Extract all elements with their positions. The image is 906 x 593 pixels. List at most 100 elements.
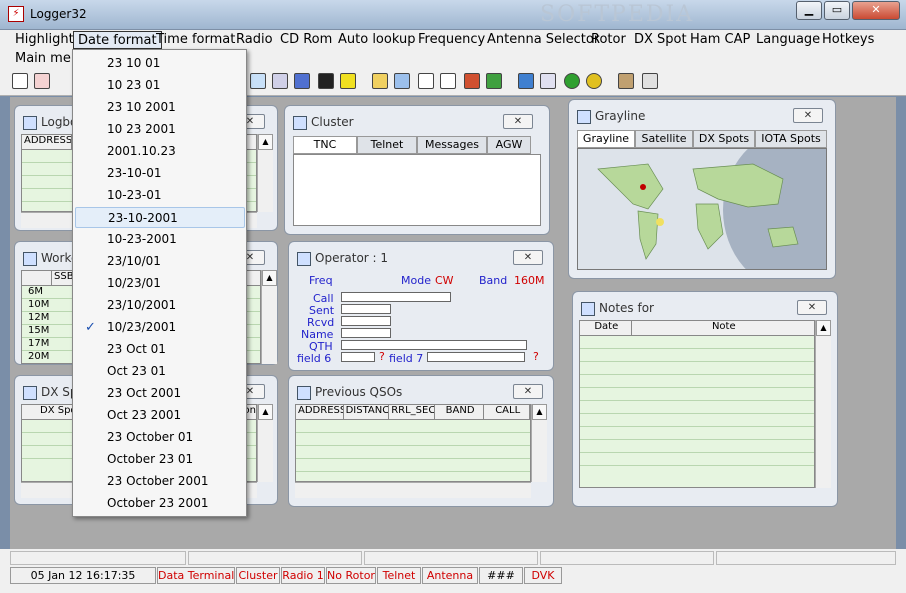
close-button[interactable]: ✕: [852, 1, 900, 20]
copy-icon[interactable]: [12, 73, 28, 89]
menu-rotor[interactable]: Rotor: [587, 31, 630, 49]
tab-tnc[interactable]: TNC: [293, 136, 357, 154]
cluster-output[interactable]: [293, 154, 541, 226]
clock-icon[interactable]: [564, 73, 580, 89]
rcvd-field[interactable]: [341, 316, 391, 326]
tree-icon[interactable]: [642, 73, 658, 89]
radio-icon[interactable]: [318, 73, 334, 89]
qth-field[interactable]: [341, 340, 527, 350]
date-format-option[interactable]: 23 Oct 2001: [75, 383, 245, 404]
terminal-icon[interactable]: [540, 73, 556, 89]
menu-language[interactable]: Language: [752, 31, 824, 49]
history-icon: [297, 385, 311, 400]
previous-hscroll[interactable]: [295, 482, 531, 498]
date-format-option[interactable]: 2001.10.23: [75, 141, 245, 162]
tab-agw[interactable]: AGW: [487, 136, 531, 154]
status-antenna[interactable]: Antenna: [422, 567, 478, 584]
spot-icon[interactable]: [486, 73, 502, 89]
cluster-close-button[interactable]: ✕: [503, 114, 533, 129]
date-format-option[interactable]: October 23 2001: [75, 493, 245, 514]
tool-icon[interactable]: [250, 73, 266, 89]
date-format-option[interactable]: 23/10/01: [75, 251, 245, 272]
antenna-icon[interactable]: [464, 73, 480, 89]
date-format-option[interactable]: 23 Oct 01: [75, 339, 245, 360]
menu-radio[interactable]: Radio: [232, 31, 277, 49]
status-dvk[interactable]: DVK: [524, 567, 562, 584]
menu-auto-lookup[interactable]: Auto lookup: [334, 31, 419, 49]
status-rotor[interactable]: No Rotor: [326, 567, 376, 584]
date-format-option[interactable]: 23-10-01: [75, 163, 245, 184]
maximize-button[interactable]: ▭: [824, 1, 850, 20]
map-icon[interactable]: [394, 73, 410, 89]
chart-icon[interactable]: [294, 73, 310, 89]
status-radio[interactable]: Radio 1: [281, 567, 325, 584]
logbook-vscroll[interactable]: ▲: [257, 134, 273, 212]
text-icon[interactable]: [340, 73, 356, 89]
menu-hotkeys[interactable]: Hotkeys: [818, 31, 878, 49]
date-format-option[interactable]: 23 10 2001: [75, 97, 245, 118]
globe-icon[interactable]: [272, 73, 288, 89]
date-format-option[interactable]: Oct 23 2001: [75, 405, 245, 426]
dxspots-vscroll[interactable]: ▲: [257, 404, 273, 482]
menu-antenna-selector[interactable]: Antenna Selector: [483, 31, 603, 49]
menu-date-format[interactable]: Date format: [73, 31, 162, 49]
field7-help-icon[interactable]: ?: [533, 350, 539, 363]
tab-grayline[interactable]: Grayline: [577, 130, 635, 148]
grayline-map[interactable]: [577, 148, 827, 270]
minimize-button[interactable]: ▁: [796, 1, 822, 20]
grid-icon[interactable]: [618, 73, 634, 89]
previous-close-button[interactable]: ✕: [513, 384, 543, 399]
date-format-option[interactable]: October 23 01: [75, 449, 245, 470]
name-field[interactable]: [341, 328, 391, 338]
network-icon[interactable]: [518, 73, 534, 89]
menu-dx-spot[interactable]: DX Spot: [630, 31, 691, 49]
tab-telnet[interactable]: Telnet: [357, 136, 417, 154]
tab-iota-spots[interactable]: IOTA Spots: [755, 130, 827, 148]
sent-field[interactable]: [341, 304, 391, 314]
call-field[interactable]: [341, 292, 451, 302]
operator-close-button[interactable]: ✕: [513, 250, 543, 265]
window-icon[interactable]: [372, 73, 388, 89]
date-format-option[interactable]: 23 October 01: [75, 427, 245, 448]
date-format-option[interactable]: Oct 23 01: [75, 361, 245, 382]
field6-input[interactable]: [341, 352, 375, 362]
status-data-terminal[interactable]: Data Terminal: [157, 567, 235, 584]
cd-icon[interactable]: [586, 73, 602, 89]
date-format-option[interactable]: ✓ 10/23/2001: [75, 317, 245, 338]
date-format-option[interactable]: 23/10/2001: [75, 295, 245, 316]
notes-close-button[interactable]: ✕: [797, 300, 827, 315]
menu-ham-cap[interactable]: Ham CAP: [686, 31, 754, 49]
menu-cd-rom[interactable]: CD Rom: [276, 31, 336, 49]
hash-icon[interactable]: [440, 73, 456, 89]
fm-icon[interactable]: [418, 73, 434, 89]
tab-messages[interactable]: Messages: [417, 136, 487, 154]
previous-vscroll[interactable]: ▲: [531, 404, 547, 482]
status-telnet[interactable]: Telnet: [377, 567, 421, 584]
status-cluster[interactable]: Cluster: [236, 567, 280, 584]
date-format-option[interactable]: 10/23/01: [75, 273, 245, 294]
date-format-option[interactable]: 10 23 01: [75, 75, 245, 96]
previous-col: ADDRESS: [296, 405, 344, 419]
menu-frequency[interactable]: Frequency: [414, 31, 489, 49]
field6-help-icon[interactable]: ?: [379, 350, 385, 363]
date-format-option[interactable]: 23 October 2001: [75, 471, 245, 492]
tab-dx-spots[interactable]: DX Spots: [693, 130, 755, 148]
date-format-label: 23 Oct 01: [107, 342, 166, 356]
field7-input[interactable]: [427, 352, 525, 362]
worked-vscroll[interactable]: ▲: [261, 270, 277, 364]
date-format-option[interactable]: 10-23-01: [75, 185, 245, 206]
title-bar: ⚡ Logger32 SOFTPEDIA ▁ ▭ ✕: [0, 0, 906, 30]
print-icon[interactable]: [34, 73, 50, 89]
menu-highlight[interactable]: Highlight: [11, 31, 78, 49]
grayline-close-button[interactable]: ✕: [793, 108, 823, 123]
menu-time-format[interactable]: Time format: [152, 31, 239, 49]
date-format-option[interactable]: 23 10 01: [75, 53, 245, 74]
date-format-option[interactable]: 23-10-2001: [75, 207, 245, 228]
date-format-option[interactable]: 10 23 2001: [75, 119, 245, 140]
date-format-option[interactable]: 10-23-2001: [75, 229, 245, 250]
date-format-label: 23 10 2001: [107, 100, 176, 114]
tab-satellite[interactable]: Satellite: [635, 130, 693, 148]
notes-grid[interactable]: Date Note: [579, 320, 815, 488]
notes-vscroll[interactable]: ▲: [815, 320, 831, 488]
previous-grid[interactable]: ADDRESS DISTANCE RRL_SEC BAND CALL: [295, 404, 531, 482]
